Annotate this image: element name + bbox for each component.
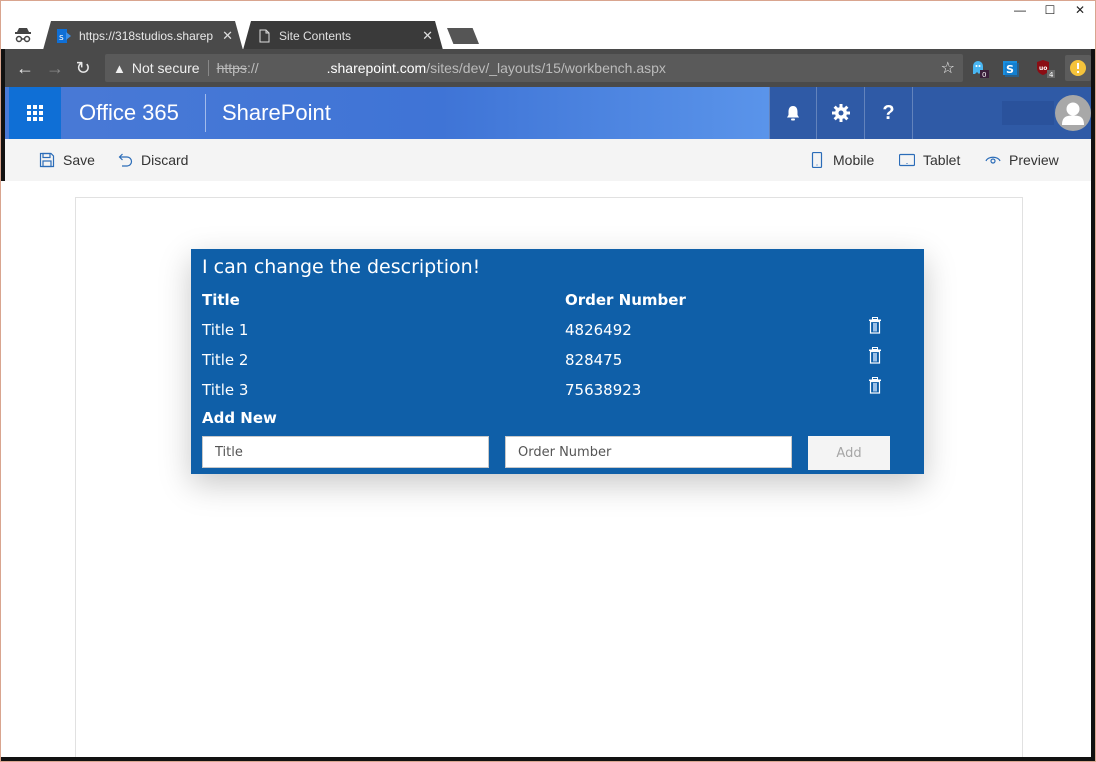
- tablet-label: Tablet: [923, 152, 961, 168]
- notifications-button[interactable]: [769, 87, 817, 139]
- app-launcher-button[interactable]: [9, 87, 61, 139]
- mobile-icon: [811, 152, 823, 168]
- close-window-button[interactable]: ✕: [1065, 1, 1095, 19]
- workbench-canvas-area: I can change the description! Title Orde…: [5, 181, 1093, 761]
- security-label[interactable]: Not secure: [132, 60, 200, 76]
- workbench-command-bar: Save Discard Mobile Tablet Preview: [1, 139, 1095, 181]
- row-title: Title 3: [202, 381, 249, 399]
- skype-extension-icon[interactable]: S: [1001, 58, 1021, 78]
- new-tab-button[interactable]: [447, 28, 479, 44]
- user-avatar[interactable]: [1055, 95, 1091, 131]
- column-header-order-number: Order Number: [565, 291, 686, 309]
- workbench-canvas: I can change the description! Title Orde…: [75, 197, 1023, 761]
- help-icon: ?: [882, 101, 895, 124]
- back-button[interactable]: ←: [15, 58, 35, 78]
- url-scheme: https: [216, 60, 247, 76]
- discard-label: Discard: [141, 152, 189, 168]
- delete-icon[interactable]: [868, 377, 882, 394]
- url-scheme-suffix: ://: [246, 60, 259, 76]
- ublock-badge: 4: [1049, 71, 1054, 78]
- sharepoint-app-name[interactable]: SharePoint: [222, 87, 331, 139]
- discard-button[interactable]: Discard: [117, 139, 188, 181]
- add-button[interactable]: Add: [808, 436, 890, 470]
- user-name-redacted: [1002, 101, 1054, 125]
- alert-extension-icon[interactable]: [1065, 55, 1091, 81]
- bell-icon: [787, 106, 799, 121]
- browser-toolbar: ← → ↻ ▲ Not secure https :// .sharepoint…: [1, 49, 1095, 87]
- svg-text:s: s: [59, 33, 64, 43]
- settings-button[interactable]: [817, 87, 865, 139]
- window-frame-right: [1091, 49, 1095, 761]
- address-separator: [207, 60, 209, 76]
- page-icon: [257, 29, 271, 43]
- url-host: .sharepoint.com: [326, 60, 427, 76]
- suite-bar-actions: ?: [769, 87, 1095, 139]
- tab-sharepoint[interactable]: s https://318studios.sharep ✕: [43, 21, 243, 50]
- tablet-icon: [899, 153, 915, 167]
- ublock-extension-icon[interactable]: uo 4: [1035, 58, 1055, 79]
- column-header-title: Title: [202, 291, 240, 309]
- browser-window: s https://318studios.sharep ✕ Site Conte…: [0, 0, 1096, 762]
- waffle-icon: [27, 105, 43, 121]
- tab-site-contents[interactable]: Site Contents ✕: [243, 21, 443, 50]
- save-label: Save: [63, 152, 95, 168]
- eye-icon: [985, 156, 1001, 164]
- svg-text:S: S: [1006, 63, 1014, 76]
- gear-icon: [831, 104, 850, 122]
- new-order-number-input[interactable]: [505, 436, 792, 468]
- bookmark-star-icon[interactable]: ☆: [941, 58, 955, 78]
- office365-brand[interactable]: Office 365: [79, 87, 179, 139]
- row-title: Title 2: [202, 351, 249, 369]
- minimize-button[interactable]: —: [1005, 1, 1035, 19]
- table-row: Title 1 4826492: [191, 317, 924, 351]
- webpart-description: I can change the description!: [202, 256, 481, 278]
- help-button[interactable]: ?: [865, 87, 913, 139]
- tab-label: https://318studios.sharep: [79, 28, 214, 43]
- row-order-number: 4826492: [565, 321, 632, 339]
- preview-button[interactable]: Preview: [985, 139, 1059, 181]
- new-title-input[interactable]: [202, 436, 489, 468]
- reload-button[interactable]: ↻: [73, 58, 93, 78]
- preview-label: Preview: [1009, 152, 1059, 168]
- orders-webpart: I can change the description! Title Orde…: [191, 249, 924, 474]
- tab-strip: s https://318studios.sharep ✕ Site Conte…: [1, 1, 1095, 49]
- add-new-heading: Add New: [202, 409, 277, 427]
- undo-icon: [118, 153, 133, 167]
- tab-label: Site Contents: [279, 28, 352, 43]
- save-icon: [39, 152, 55, 168]
- sharepoint-favicon: s: [57, 29, 71, 43]
- mobile-label: Mobile: [833, 152, 875, 168]
- table-row: Title 3 75638923: [191, 377, 924, 411]
- window-controls: — ☐ ✕: [1005, 1, 1095, 19]
- tab-close-icon[interactable]: ✕: [222, 28, 233, 44]
- save-button[interactable]: Save: [39, 139, 95, 181]
- window-frame-bottom: [1, 757, 1095, 761]
- row-order-number: 75638923: [565, 381, 642, 399]
- address-bar[interactable]: ▲ Not secure https :// .sharepoint.com /…: [105, 54, 963, 82]
- row-title: Title 1: [202, 321, 249, 339]
- tablet-preview-button[interactable]: Tablet: [899, 139, 960, 181]
- maximize-button[interactable]: ☐: [1035, 1, 1065, 19]
- forward-button[interactable]: →: [45, 58, 65, 78]
- person-icon: [1062, 102, 1084, 125]
- delete-icon[interactable]: [868, 347, 882, 364]
- url-path: /sites/dev/_layouts/15/workbench.aspx: [426, 60, 666, 76]
- mobile-preview-button[interactable]: Mobile: [809, 139, 874, 181]
- tab-close-icon[interactable]: ✕: [422, 28, 433, 44]
- incognito-icon: [13, 25, 33, 45]
- brand-separator: [205, 94, 206, 132]
- row-order-number: 828475: [565, 351, 623, 369]
- warning-icon: ▲: [113, 60, 126, 76]
- suite-bar: Office 365 SharePoint ?: [1, 87, 1095, 139]
- table-row: Title 2 828475: [191, 347, 924, 381]
- delete-icon[interactable]: [868, 317, 882, 334]
- svg-text:uo: uo: [1039, 65, 1047, 72]
- ghostery-extension-icon[interactable]: 0: [969, 58, 989, 79]
- ghostery-badge: 0: [982, 71, 986, 78]
